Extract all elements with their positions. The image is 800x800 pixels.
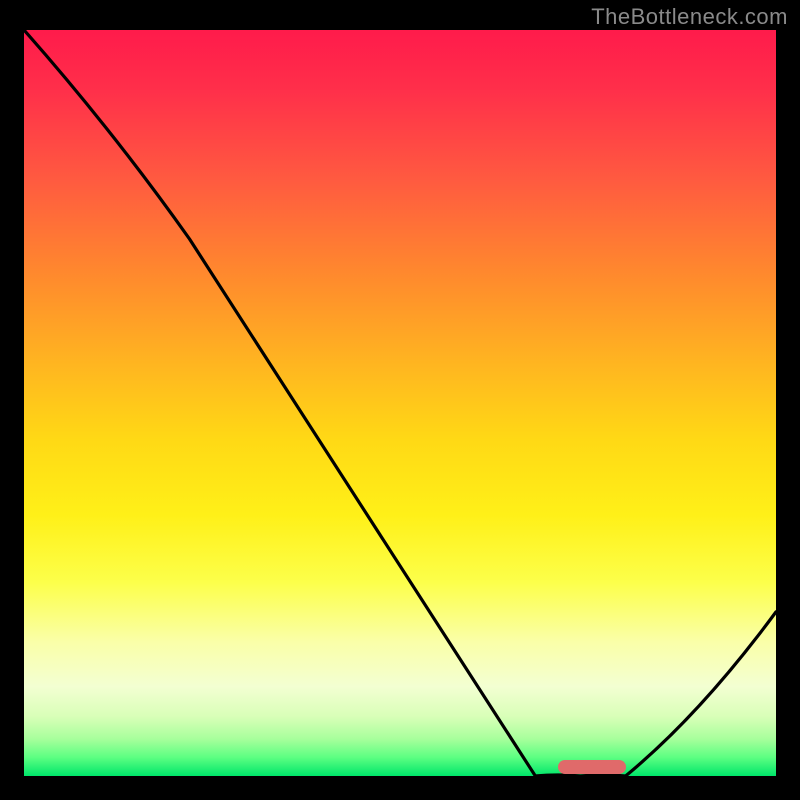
plot-area [24, 30, 776, 776]
chart-frame: TheBottleneck.com [0, 0, 800, 800]
watermark-text: TheBottleneck.com [591, 4, 788, 30]
optimal-marker [558, 760, 626, 774]
bottleneck-curve [24, 30, 776, 776]
